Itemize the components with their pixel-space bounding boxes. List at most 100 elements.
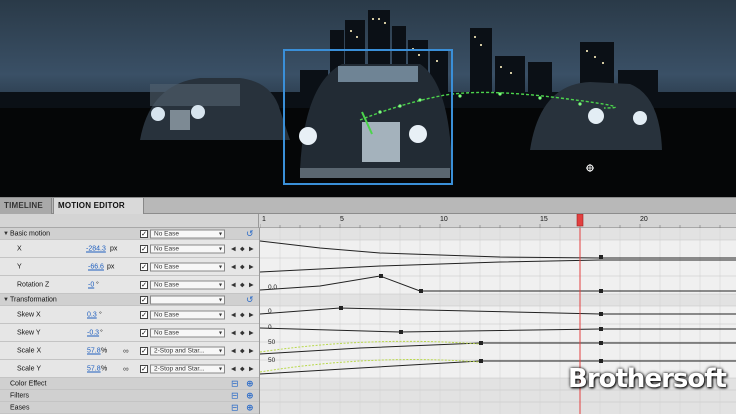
property-value-y[interactable]: -66.6 <box>88 263 104 270</box>
curve-skew-x[interactable] <box>260 307 736 315</box>
ruler-ticks <box>260 214 721 228</box>
curve-x[interactable] <box>260 240 736 259</box>
keyframe-marker[interactable] <box>599 359 603 363</box>
ease-value: No Ease <box>154 311 179 318</box>
ease-dropdown[interactable]: No Ease ▾ <box>150 244 225 253</box>
add-effect-icon[interactable]: ⊕ <box>246 378 254 389</box>
property-enable-checkbox[interactable]: ✓ <box>140 328 148 337</box>
keyframe-marker[interactable] <box>599 341 603 345</box>
property-unit: ° <box>96 281 99 288</box>
curve-rotation-z[interactable] <box>260 275 736 292</box>
prev-keyframe-icon[interactable]: ◀ <box>231 263 236 270</box>
keyframe-marker[interactable] <box>599 289 603 293</box>
ease-dropdown[interactable]: No Ease ▾ <box>150 229 225 238</box>
property-value-x[interactable]: -284.3 <box>86 245 106 252</box>
ease-dropdown[interactable]: 2-Stop and Star... ▾ <box>150 346 225 355</box>
property-value-skew-y[interactable]: -0.3 <box>87 329 99 336</box>
remove-effect-icon[interactable]: ⊟ <box>231 378 239 389</box>
section-transformation[interactable]: ▼ Transformation ✓ ▾ ↺ <box>0 294 259 306</box>
ease-dropdown[interactable]: No Ease ▾ <box>150 262 225 271</box>
remove-ease-icon[interactable]: ⊟ <box>231 402 239 413</box>
graph-value-label: 50 <box>268 357 276 364</box>
property-value-scale-x[interactable]: 57.8 <box>87 347 101 354</box>
curve-scale-x[interactable] <box>260 342 736 355</box>
reset-values-icon[interactable]: ↺ <box>246 228 254 239</box>
section-basic-motion[interactable]: ▼ Basic motion ✓ No Ease ▾ ↺ <box>0 228 259 240</box>
collapse-triangle-icon[interactable]: ▼ <box>3 297 9 303</box>
chevron-down-icon: ▾ <box>218 312 222 318</box>
panel-tab-bar: TIMELINE MOTION EDITOR <box>0 197 736 214</box>
add-filter-icon[interactable]: ⊕ <box>246 390 254 401</box>
property-enable-checkbox[interactable]: ✓ <box>140 262 148 271</box>
add-keyframe-icon[interactable]: ◆ <box>240 365 245 372</box>
add-keyframe-icon[interactable]: ◆ <box>240 311 245 318</box>
keyframe-marker[interactable] <box>419 289 423 293</box>
property-value-rotation-z[interactable]: -0 <box>88 281 94 288</box>
tab-motion-editor[interactable]: MOTION EDITOR <box>53 198 144 214</box>
chevron-down-icon: ▾ <box>218 282 222 288</box>
add-keyframe-icon[interactable]: ◆ <box>240 263 245 270</box>
property-label: Scale Y <box>17 365 41 372</box>
section-color-effect[interactable]: Color Effect ⊟ ⊕ <box>0 378 259 390</box>
link-chain-icon[interactable]: ∞ <box>123 346 129 355</box>
prev-keyframe-icon[interactable]: ◀ <box>231 281 236 288</box>
ease-value: No Ease <box>154 329 179 336</box>
keyframe-marker[interactable] <box>399 330 403 334</box>
next-keyframe-icon[interactable]: ▶ <box>249 311 254 318</box>
next-keyframe-icon[interactable]: ▶ <box>249 245 254 252</box>
ease-value: No Ease <box>154 245 179 252</box>
frame-ruler[interactable]: 1 5 10 15 20 <box>260 214 736 228</box>
prev-keyframe-icon[interactable]: ◀ <box>231 311 236 318</box>
keyframe-marker[interactable] <box>479 359 483 363</box>
remove-filter-icon[interactable]: ⊟ <box>231 390 239 401</box>
next-keyframe-icon[interactable]: ▶ <box>249 329 254 336</box>
tab-timeline[interactable]: TIMELINE <box>0 198 52 214</box>
add-keyframe-icon[interactable]: ◆ <box>240 347 245 354</box>
keyframe-marker[interactable] <box>379 274 383 278</box>
prev-keyframe-icon[interactable]: ◀ <box>231 245 236 252</box>
ease-dropdown[interactable]: ▾ <box>150 295 225 304</box>
add-keyframe-icon[interactable]: ◆ <box>240 245 245 252</box>
add-keyframe-icon[interactable]: ◆ <box>240 329 245 336</box>
property-enable-checkbox[interactable]: ✓ <box>140 280 148 289</box>
section-filters[interactable]: Filters ⊟ ⊕ <box>0 390 259 402</box>
curve-y[interactable] <box>260 259 736 273</box>
playhead-handle[interactable] <box>576 214 584 227</box>
ease-dropdown[interactable]: 2-Stop and Star... ▾ <box>150 364 225 373</box>
next-keyframe-icon[interactable]: ▶ <box>249 347 254 354</box>
property-enable-checkbox[interactable]: ✓ <box>140 244 148 253</box>
ease-curve-scale-y <box>260 359 481 373</box>
property-list: ▼ Basic motion ✓ No Ease ▾ ↺ X -284.3 px … <box>0 228 260 414</box>
property-label: Scale X <box>17 347 42 354</box>
next-keyframe-icon[interactable]: ▶ <box>249 281 254 288</box>
collapse-triangle-icon[interactable]: ▼ <box>3 231 9 237</box>
property-enable-checkbox[interactable]: ✓ <box>140 364 148 373</box>
next-keyframe-icon[interactable]: ▶ <box>249 365 254 372</box>
section-eases[interactable]: Eases ⊟ ⊕ <box>0 402 259 414</box>
curve-skew-y[interactable] <box>260 327 736 333</box>
keyframe-marker[interactable] <box>479 341 483 345</box>
ease-dropdown[interactable]: No Ease ▾ <box>150 328 225 337</box>
property-enable-checkbox[interactable]: ✓ <box>140 310 148 319</box>
keyframe-marker[interactable] <box>599 327 603 331</box>
next-keyframe-icon[interactable]: ▶ <box>249 263 254 270</box>
property-value-skew-x[interactable]: 0.3 <box>87 311 97 318</box>
ease-dropdown[interactable]: No Ease ▾ <box>150 280 225 289</box>
reset-values-icon[interactable]: ↺ <box>246 294 254 305</box>
prev-keyframe-icon[interactable]: ◀ <box>231 329 236 336</box>
section-enable-checkbox[interactable]: ✓ <box>140 229 148 238</box>
keyframe-marker[interactable] <box>599 255 603 259</box>
section-enable-checkbox[interactable]: ✓ <box>140 295 148 304</box>
property-enable-checkbox[interactable]: ✓ <box>140 346 148 355</box>
link-chain-icon[interactable]: ∞ <box>123 364 129 373</box>
section-label: Transformation <box>10 296 57 303</box>
prev-keyframe-icon[interactable]: ◀ <box>231 347 236 354</box>
keyframe-marker[interactable] <box>339 306 343 310</box>
add-keyframe-icon[interactable]: ◆ <box>240 281 245 288</box>
keyframe-marker[interactable] <box>599 312 603 316</box>
prev-keyframe-icon[interactable]: ◀ <box>231 365 236 372</box>
ease-dropdown[interactable]: No Ease ▾ <box>150 310 225 319</box>
property-value-scale-y[interactable]: 57.8 <box>87 365 101 372</box>
add-ease-icon[interactable]: ⊕ <box>246 402 254 413</box>
property-unit: ° <box>100 329 103 336</box>
